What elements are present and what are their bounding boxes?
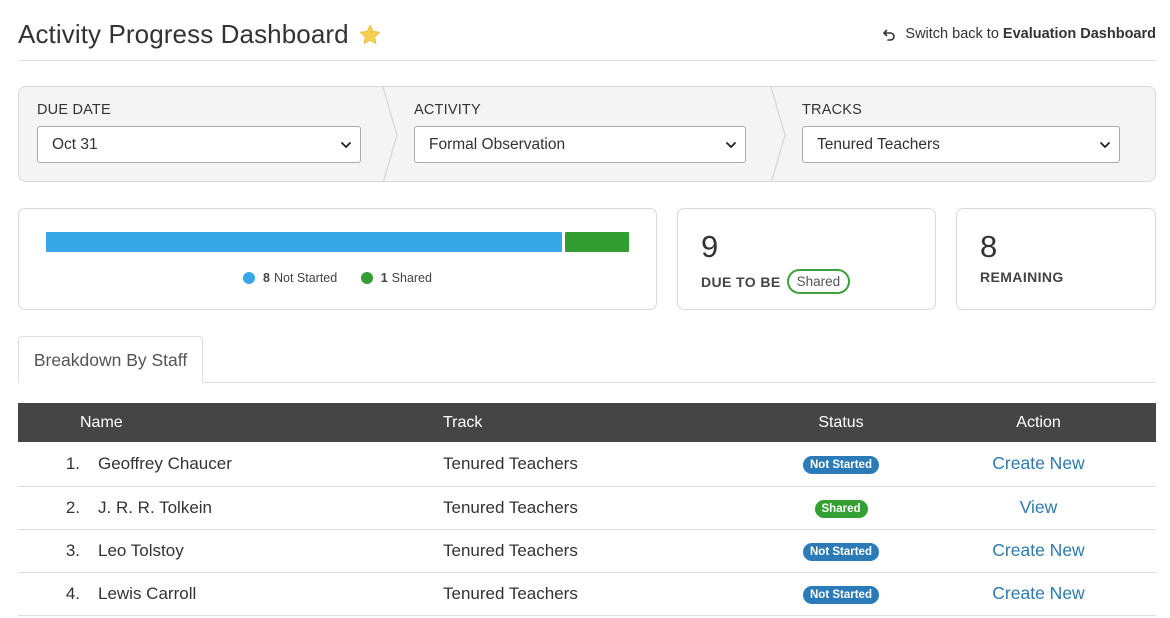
action-link[interactable]: Create New [992, 453, 1084, 473]
action-cell: Create New [921, 529, 1156, 572]
action-cell: Create New [921, 442, 1156, 486]
staff-track: Tenured Teachers [443, 540, 578, 560]
due-count: 9 [701, 229, 719, 264]
table-row: 4. Lewis Carroll Tenured Teachers Not Start… [18, 572, 1156, 615]
status-cell: Not Started [761, 442, 921, 486]
select-value: Formal Observation [429, 136, 566, 153]
status-badge: Not Started [803, 456, 879, 475]
status-cell: Shared [761, 486, 921, 529]
legend-item-not-started: 8 Not Started [243, 271, 337, 285]
col-track: Track [443, 413, 483, 431]
due-label: Due to be Shared [701, 269, 851, 294]
tracks-select[interactable]: Tenured Teachers [802, 126, 1120, 163]
undo-icon [883, 29, 896, 41]
row-number: 3. [65, 540, 80, 560]
activity-select[interactable]: Formal Observation [414, 126, 746, 163]
table-header-row: Name Track Status Action [18, 403, 1156, 442]
remaining-card: 8 Remaining [956, 208, 1156, 310]
due-card: 9 Due to be Shared [677, 208, 936, 310]
action-link[interactable]: Create New [992, 540, 1084, 560]
filter-activity: Activity Formal Observation [414, 101, 746, 163]
star-icon[interactable] [358, 23, 382, 47]
legend-label: Shared [391, 271, 432, 285]
due-label-text: Due to be [701, 273, 781, 290]
filter-label: Activity [414, 102, 481, 118]
chevron-down-icon [726, 142, 736, 148]
page-header: Activity Progress Dashboard Switch back … [18, 14, 1156, 61]
staff-name: Geoffrey Chaucer [98, 453, 232, 473]
progress-bar [46, 232, 629, 252]
action-cell: Create New [921, 572, 1156, 615]
staff-name: Leo Tolstoy [98, 540, 184, 560]
status-cell: Not Started [761, 529, 921, 572]
switch-target: Evaluation Dashboard [1002, 26, 1156, 42]
switch-dashboard-link[interactable]: Switch back to Evaluation Dashboard [881, 26, 1156, 42]
table-row: 3. Leo Tolstoy Tenured Teachers Not Started… [18, 529, 1156, 572]
table-row: 2. J. R. R. Tolkein Tenured Teachers Shared… [18, 486, 1156, 529]
legend-count: 8 [263, 271, 270, 285]
col-action: Action [1016, 413, 1061, 431]
chevron-down-icon [341, 142, 351, 148]
legend-label: Not Started [273, 271, 338, 285]
action-cell: View [921, 486, 1156, 529]
page-title-text: Activity Progress Dashboard [18, 19, 349, 49]
filter-tracks: Tracks Tenured Teachers [802, 101, 1120, 163]
staff-track: Tenured Teachers [443, 497, 578, 517]
status-badge: Shared [786, 269, 851, 294]
col-name-label: Name [80, 413, 123, 431]
status-cell: Not Started [761, 572, 921, 615]
status-badge: Shared [814, 500, 868, 518]
staff-name: Lewis Carroll [98, 583, 197, 603]
select-value: Tenured Teachers [817, 136, 940, 153]
chevron-down-icon [1100, 142, 1110, 148]
select-value: Oct 31 [52, 136, 98, 153]
legend-count: 1 [380, 271, 388, 285]
legend-dot [243, 272, 256, 284]
remaining-label: Remaining [980, 269, 1064, 285]
row-number: 1. [65, 453, 80, 473]
action-link[interactable]: View [1020, 497, 1058, 517]
col-status: Status [818, 413, 864, 431]
col-number [18, 403, 80, 442]
staff-track: Tenured Teachers [443, 583, 578, 603]
row-number: 2. [65, 497, 80, 517]
filter-due-date: Due Date Oct 31 [37, 101, 361, 163]
status-badge: Not Started [803, 586, 879, 604]
remaining-count: 8 [980, 229, 998, 264]
row-number: 4. [65, 583, 80, 603]
switch-prefix: Switch back to [905, 26, 999, 42]
tab-breakdown-by-staff[interactable]: Breakdown By Staff [18, 336, 203, 383]
filter-bar: Due Date Oct 31 Activity Formal Observat… [18, 86, 1156, 182]
legend-dot [360, 272, 373, 284]
staff-track: Tenured Teachers [443, 453, 578, 473]
page-title: Activity Progress Dashboard [18, 19, 382, 50]
staff-name: J. R. R. Tolkein [98, 497, 213, 517]
table-row: 1. Geoffrey Chaucer Tenured Teachers Not St… [18, 442, 1156, 486]
staff-table: Name Track Status Action 1. Geoffrey Chau… [18, 403, 1156, 616]
col-name: Name [80, 403, 443, 442]
action-link[interactable]: Create New [992, 583, 1084, 603]
due-date-select[interactable]: Oct 31 [37, 126, 361, 163]
filter-label: Due Date [37, 102, 111, 118]
progress-card: 8 Not Started 1 Shared [18, 208, 657, 310]
tab-bar: Breakdown By Staff [18, 336, 1156, 383]
status-badge: Not Started [803, 543, 879, 561]
filter-label: Tracks [802, 102, 863, 118]
legend-item-shared: 1 Shared [360, 271, 432, 285]
progress-legend: 8 Not Started 1 Shared [19, 271, 656, 287]
progress-segment-shared [564, 232, 629, 252]
progress-segment-not-started [46, 232, 562, 252]
